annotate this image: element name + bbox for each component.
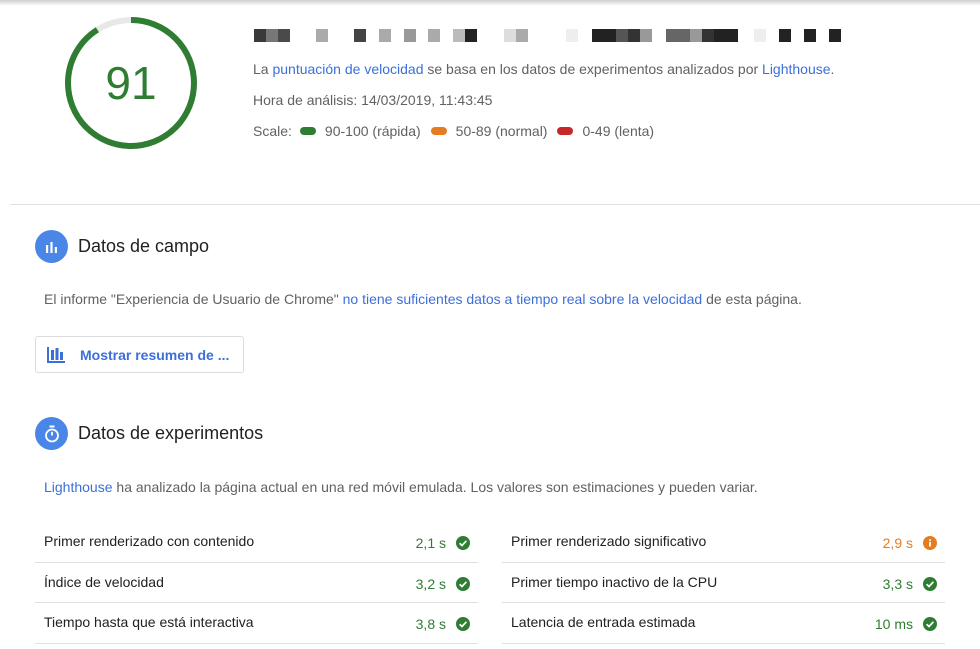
scale-item-label: 0-49 (lenta) (582, 123, 655, 139)
scale-item-slow: 0-49 (lenta) (557, 123, 654, 139)
summary-prefix: La (253, 61, 273, 77)
metric-value: 2,1 s (415, 535, 446, 551)
check-circle-icon (456, 617, 470, 631)
metric-name: Primer renderizado con contenido (44, 533, 255, 549)
timer-icon (35, 417, 68, 450)
metric-value: 3,2 s (415, 575, 446, 592)
metric-value: 2,9 s (882, 535, 913, 551)
summary-middle: se basa en los datos de experimentos ana… (423, 61, 763, 77)
bar-chart-icon (47, 346, 65, 363)
metric-row: Primer renderizado significativo 2,9 s (502, 522, 945, 563)
bar-chart-icon (35, 230, 68, 263)
scale-item-average: 50-89 (normal) (430, 123, 548, 139)
page-url-redacted (254, 29, 854, 42)
check-circle-icon (456, 576, 470, 591)
metric-name: Primer tiempo inactivo de la CPU (511, 573, 718, 590)
metric-row: Tiempo hasta que está interactiva 3,8 s (35, 603, 478, 644)
show-summary-button[interactable]: Mostrar resumen de ... (35, 336, 244, 373)
field-data-title: Datos de campo (78, 236, 210, 256)
metric-value: 3,3 s (882, 575, 913, 592)
score-value: 91 (105, 57, 157, 109)
field-data-text-suffix: de esta página. (702, 291, 802, 307)
metrics-column-right: Primer renderizado significativo 2,9 s Pri… (502, 522, 945, 644)
section-divider (10, 204, 980, 205)
check-circle-icon (456, 536, 470, 550)
top-shadow (0, 0, 980, 6)
summary-suffix: . (830, 61, 835, 77)
metric-name: Latencia de entrada estimada (511, 614, 696, 630)
scale-label: Scale: (253, 123, 292, 139)
scale-item-label: 50-89 (normal) (455, 123, 548, 139)
metric-value: 3,8 s (415, 616, 446, 632)
field-data-text-prefix: El informe "Experiencia de Usuario de Ch… (44, 291, 343, 307)
metric-row: Índice de velocidad 3,2 s (35, 563, 478, 603)
lab-data-description: Lighthouse ha analizado la página actual… (44, 479, 758, 495)
info-circle-icon (923, 536, 937, 550)
metric-name: Primer renderizado significativo (511, 533, 707, 549)
metric-row: Primer tiempo inactivo de la CPU 3,3 s (502, 563, 945, 603)
scale-pill-fast (299, 127, 316, 135)
check-circle-icon (923, 576, 937, 591)
metric-name: Tiempo hasta que está interactiva (44, 614, 254, 630)
show-summary-label: Mostrar resumen de ... (80, 346, 230, 363)
metric-value: 10 ms (874, 616, 913, 632)
score-scale: Scale: 90-100 (rápida) 50-89 (normal) 0-… (253, 123, 664, 139)
lab-data-text: ha analizado la página actual en una red… (112, 479, 758, 495)
check-circle-icon (923, 617, 937, 631)
scale-pill-slow (557, 127, 574, 135)
lab-data-title: Datos de experimentos (78, 423, 264, 443)
metric-name: Índice de velocidad (44, 573, 164, 590)
metric-row: Latencia de entrada estimada 10 ms (502, 603, 945, 644)
insufficient-data-link[interactable]: no tiene suficientes datos a tiempo real… (343, 291, 703, 307)
scale-pill-average (430, 127, 447, 135)
speed-score-link[interactable]: puntuación de velocidad (272, 61, 423, 77)
lighthouse-link[interactable]: Lighthouse (44, 479, 113, 495)
metrics-column-left: Primer renderizado con contenido 2,1 s Índ… (35, 522, 478, 644)
metric-row: Primer renderizado con contenido 2,1 s (35, 522, 478, 563)
analysis-time: Hora de análisis: 14/03/2019, 11:43:45 (253, 92, 493, 108)
field-data-description: El informe "Experiencia de Usuario de Ch… (44, 291, 802, 307)
scale-item-label: 90-100 (rápida) (324, 123, 421, 139)
lighthouse-link[interactable]: Lighthouse (762, 61, 831, 77)
scale-item-fast: 90-100 (rápida) (299, 123, 421, 139)
score-summary: La puntuación de velocidad se basa en lo… (253, 61, 834, 77)
